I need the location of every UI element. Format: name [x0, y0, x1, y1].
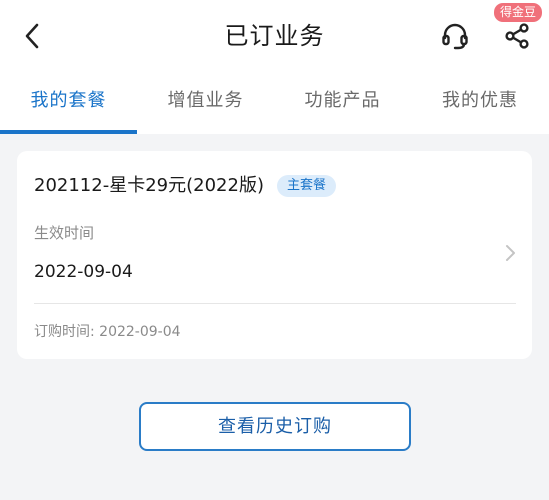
- headset-icon: [442, 23, 468, 50]
- plan-card[interactable]: 202112-星卡29元(2022版) 主套餐 生效时间 2022-09-04 …: [17, 151, 532, 359]
- share-icon: [505, 23, 529, 49]
- app-header: 已订业务 得金豆: [0, 0, 549, 70]
- coin-reward-badge[interactable]: 得金豆: [494, 3, 543, 22]
- plan-type-badge: 主套餐: [277, 175, 337, 197]
- effective-time-label: 生效时间: [34, 224, 95, 242]
- order-time: 订购时间: 2022-09-04: [34, 324, 181, 340]
- active-tab-indicator: [0, 130, 137, 134]
- share-button[interactable]: [500, 20, 534, 52]
- chevron-right-icon: [506, 245, 515, 261]
- customer-service-button[interactable]: [438, 20, 472, 52]
- tab-feature-products[interactable]: 功能产品: [274, 70, 411, 134]
- view-order-history-button[interactable]: 查看历史订购: [139, 402, 411, 451]
- tab-my-plan[interactable]: 我的套餐: [0, 70, 137, 134]
- tab-bar: 我的套餐 增值业务 功能产品 我的优惠: [0, 70, 549, 134]
- plan-name: 202112-星卡29元(2022版): [34, 175, 264, 196]
- card-divider: [34, 303, 516, 304]
- tab-my-offers[interactable]: 我的优惠: [411, 70, 549, 134]
- effective-date: 2022-09-04: [34, 262, 133, 282]
- tab-value-added[interactable]: 增值业务: [137, 70, 274, 134]
